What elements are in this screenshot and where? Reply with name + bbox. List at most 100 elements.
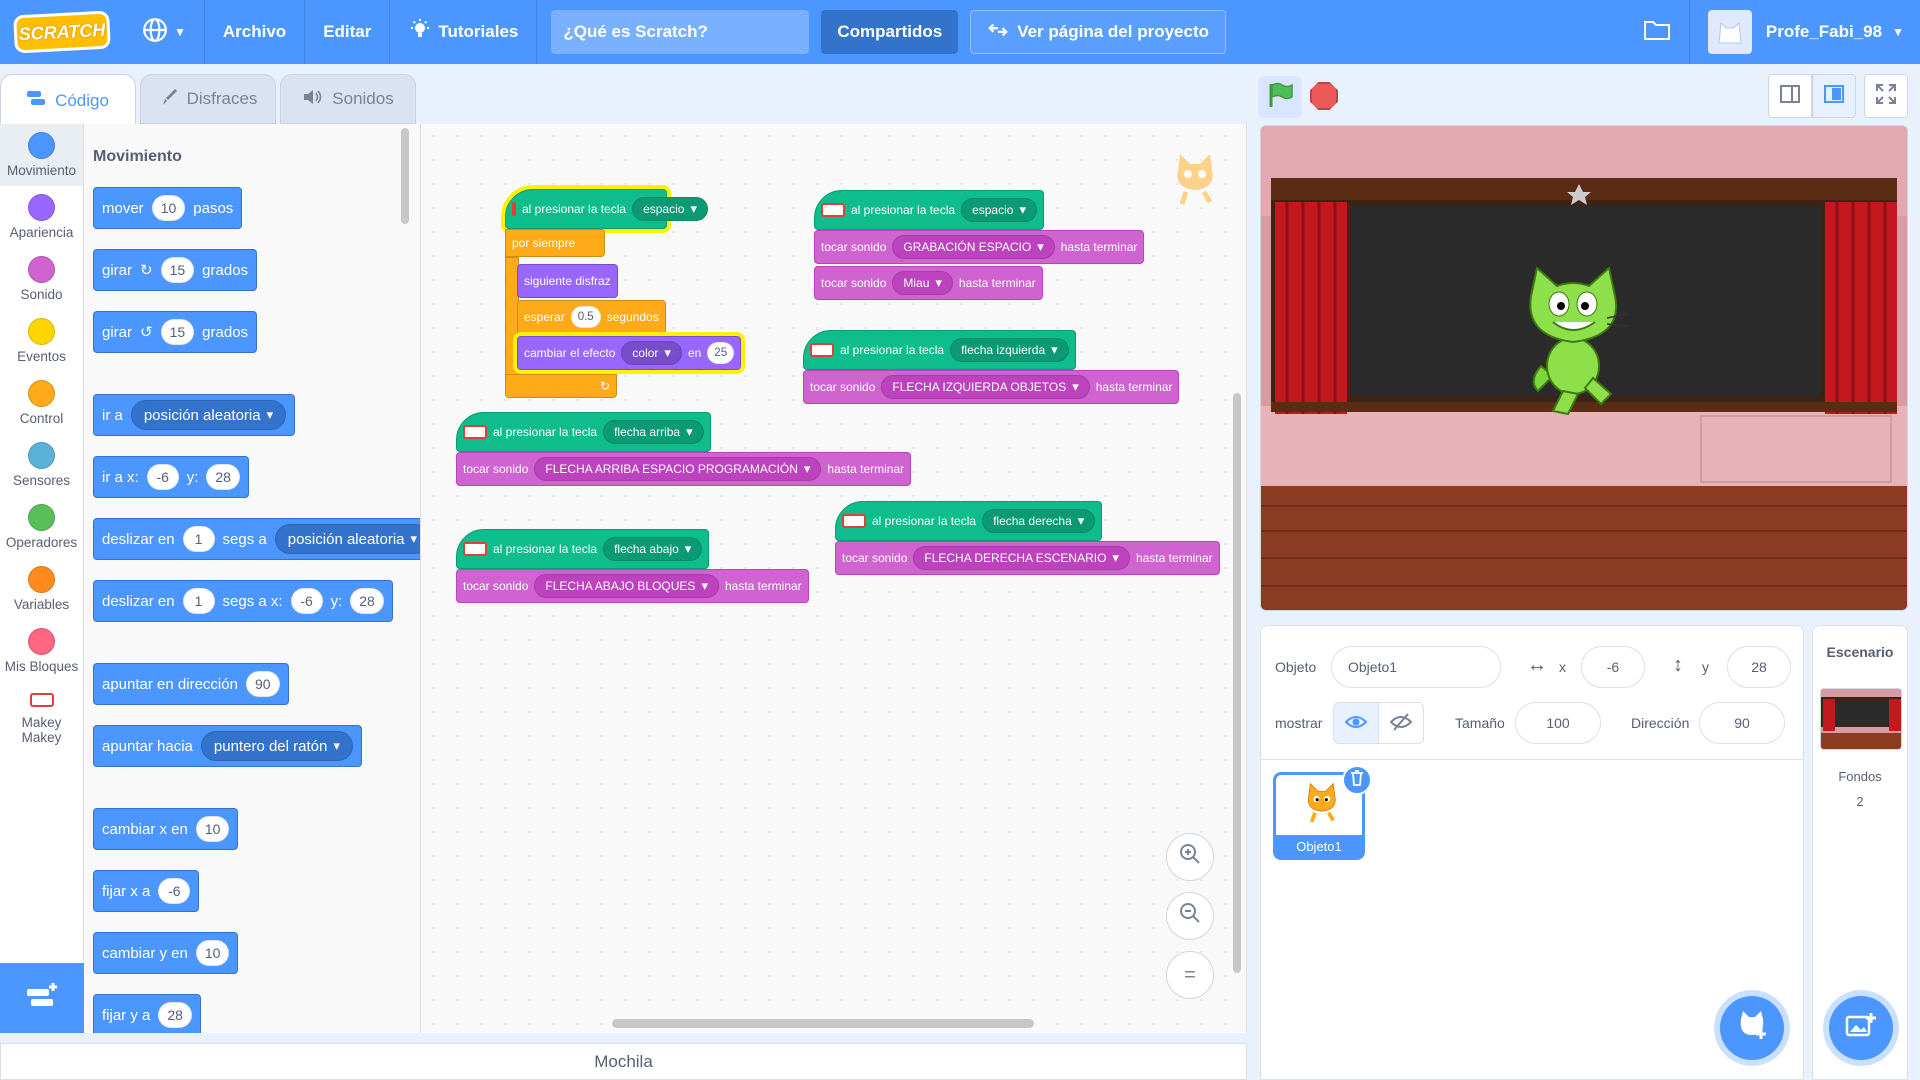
block-girar-izquierda[interactable]: girar ↺ 15 grados xyxy=(93,311,258,353)
category-makey-makey[interactable]: Makey Makey xyxy=(0,682,83,756)
stage[interactable] xyxy=(1260,125,1908,611)
block-dropdown[interactable]: Miau xyxy=(892,271,953,295)
block-fijar-x[interactable]: fijar x a -6 xyxy=(93,870,200,912)
block-input[interactable]: 15 xyxy=(160,257,195,283)
y-input[interactable]: 28 xyxy=(1727,646,1791,688)
category-variables[interactable]: Variables xyxy=(0,558,83,620)
block-dropdown[interactable]: flecha abajo xyxy=(603,537,703,561)
block-dropdown[interactable]: GRABACIÓN ESPACIO xyxy=(892,235,1055,259)
block-dropdown[interactable]: flecha izquierda xyxy=(950,338,1069,362)
stage-target-pane[interactable]: Escenario Fondos 2 xyxy=(1812,625,1908,1080)
choose-sprite-button[interactable] xyxy=(1720,996,1784,1060)
block-esperar[interactable]: esperar 0.5 segundos xyxy=(517,300,666,334)
block-cambiar-y[interactable]: cambiar y en 10 xyxy=(93,932,239,974)
category-eventos[interactable]: Eventos xyxy=(0,310,83,372)
hat-key-flecha-abajo[interactable]: al presionar la tecla flecha abajo xyxy=(456,529,710,569)
hat-key-espacio-2[interactable]: al presionar la tecla espacio xyxy=(814,190,1044,230)
block-dropdown[interactable]: flecha arriba xyxy=(603,420,704,444)
add-extension-button[interactable] xyxy=(0,963,84,1033)
category-sensores[interactable]: Sensores xyxy=(0,434,83,496)
block-input[interactable]: 15 xyxy=(160,319,195,345)
compartidos-button[interactable]: Compartidos xyxy=(821,10,959,54)
category-control[interactable]: Control xyxy=(0,372,83,434)
block-input[interactable]: 25 xyxy=(707,342,735,364)
block-dropdown[interactable]: posición aleatoria xyxy=(130,400,287,430)
account-menu[interactable]: Profe_Fabi_98 ▼ xyxy=(1690,0,1920,64)
fullscreen-button[interactable] xyxy=(1864,74,1908,118)
block-input[interactable]: 0.5 xyxy=(570,306,601,328)
category-operadores[interactable]: Operadores xyxy=(0,496,83,558)
block-ir-a-xy[interactable]: ir a x: -6 y: 28 xyxy=(93,456,249,498)
block-deslizar-xy[interactable]: deslizar en 1 segs a x: -6 y: 28 xyxy=(93,580,393,622)
tutoriales-button[interactable]: Tutoriales xyxy=(390,0,538,64)
block-input[interactable]: 10 xyxy=(195,816,230,842)
block-tocar-miau[interactable]: tocar sonido Miau hasta terminar xyxy=(814,266,1043,300)
block-input[interactable]: -6 xyxy=(290,588,323,614)
hat-key-flecha-arriba[interactable]: al presionar la tecla flecha arriba xyxy=(456,412,711,452)
show-button[interactable] xyxy=(1333,702,1379,744)
block-dropdown[interactable]: espacio xyxy=(961,198,1037,222)
block-mover[interactable]: mover 10 pasos xyxy=(93,187,243,229)
zoom-in-button[interactable] xyxy=(1166,833,1214,881)
block-tocar-flecha-abajo[interactable]: tocar sonido FLECHA ABAJO BLOQUES hasta te… xyxy=(456,569,809,603)
block-dropdown[interactable]: color xyxy=(621,341,682,365)
block-input[interactable]: 10 xyxy=(195,940,230,966)
block-siguiente-disfraz[interactable]: siguiente disfraz xyxy=(517,264,618,298)
category-sonido[interactable]: Sonido xyxy=(0,248,83,310)
large-stage-button[interactable] xyxy=(1812,74,1856,118)
hat-key-espacio[interactable]: al presionar la tecla espacio xyxy=(505,189,708,229)
block-girar-derecha[interactable]: girar ↻ 15 grados xyxy=(93,249,258,291)
hide-button[interactable] xyxy=(1378,702,1424,744)
block-input[interactable]: 28 xyxy=(206,464,240,490)
editar-menu[interactable]: Editar xyxy=(305,0,391,64)
scratch-logo[interactable]: SCRATCH xyxy=(13,10,111,54)
block-dropdown[interactable]: FLECHA ABAJO BLOQUES xyxy=(534,574,719,598)
block-dropdown[interactable]: FLECHA ARRIBA ESPACIO PROGRAMACIÓN xyxy=(534,457,822,481)
block-apuntar-direccion[interactable]: apuntar en dirección 90 xyxy=(93,663,289,705)
project-title-input[interactable]: ¿Qué es Scratch? xyxy=(551,10,810,54)
block-dropdown[interactable]: FLECHA IZQUIERDA OBJETOS xyxy=(881,375,1090,399)
my-stuff-button[interactable] xyxy=(1625,0,1690,64)
zoom-reset-button[interactable]: = xyxy=(1166,951,1214,999)
x-input[interactable]: -6 xyxy=(1581,646,1645,688)
block-input[interactable]: 10 xyxy=(151,195,186,221)
workspace-hscrollbar[interactable] xyxy=(612,1019,1034,1028)
category-apariencia[interactable]: Apariencia xyxy=(0,186,83,248)
tab-codigo[interactable]: Código xyxy=(0,74,136,126)
delete-sprite-button[interactable] xyxy=(1342,765,1372,795)
language-menu[interactable]: ▼ xyxy=(124,0,205,64)
block-ir-a[interactable]: ir a posición aleatoria xyxy=(93,394,296,436)
block-por-siempre[interactable]: por siempre xyxy=(505,229,605,257)
size-input[interactable]: 100 xyxy=(1515,702,1601,744)
code-workspace[interactable]: al presionar la tecla espacio por siempre… xyxy=(421,124,1247,1033)
block-dropdown[interactable]: posición aleatoria xyxy=(274,524,420,554)
block-deslizar-a[interactable]: deslizar en 1 segs a posición aleatoria xyxy=(93,518,420,560)
palette-scrollbar[interactable] xyxy=(401,128,409,224)
direction-input[interactable]: 90 xyxy=(1699,702,1785,744)
block-dropdown[interactable]: FLECHA DERECHA ESCENARIO xyxy=(913,546,1130,570)
tab-sonidos[interactable]: Sonidos xyxy=(280,74,416,124)
block-input[interactable]: 90 xyxy=(245,671,280,697)
category-movimiento[interactable]: Movimiento xyxy=(0,124,83,186)
block-input[interactable]: -6 xyxy=(146,464,179,490)
block-input[interactable]: 28 xyxy=(158,1002,192,1028)
block-fijar-y[interactable]: fijar y a 28 xyxy=(93,994,201,1033)
block-dropdown[interactable]: flecha derecha xyxy=(982,509,1096,533)
stop-button[interactable] xyxy=(1310,82,1338,110)
block-input[interactable]: -6 xyxy=(158,878,191,904)
block-tocar-grabacion[interactable]: tocar sonido GRABACIÓN ESPACIO hasta termi… xyxy=(814,230,1145,264)
block-input[interactable]: 1 xyxy=(182,526,215,552)
hat-key-flecha-derecha[interactable]: al presionar la tecla flecha derecha xyxy=(835,501,1103,541)
block-input[interactable]: 1 xyxy=(182,588,215,614)
ver-pagina-button[interactable]: Ver página del proyecto xyxy=(970,10,1226,54)
block-dropdown[interactable]: puntero del ratón xyxy=(200,731,353,761)
hat-key-flecha-izquierda[interactable]: al presionar la tecla flecha izquierda xyxy=(803,330,1076,370)
small-stage-button[interactable] xyxy=(1768,74,1812,118)
tab-disfraces[interactable]: Disfraces xyxy=(140,74,276,124)
sprite-thumbnail-objeto1[interactable]: Objeto1 xyxy=(1273,765,1372,860)
sprite-name-input[interactable]: Objeto1 xyxy=(1331,646,1501,688)
block-tocar-flecha-der[interactable]: tocar sonido FLECHA DERECHA ESCENARIO hast… xyxy=(835,541,1220,575)
backpack[interactable]: Mochila xyxy=(0,1043,1247,1080)
choose-backdrop-button[interactable] xyxy=(1829,996,1893,1060)
block-cambiar-x[interactable]: cambiar x en 10 xyxy=(93,808,239,850)
